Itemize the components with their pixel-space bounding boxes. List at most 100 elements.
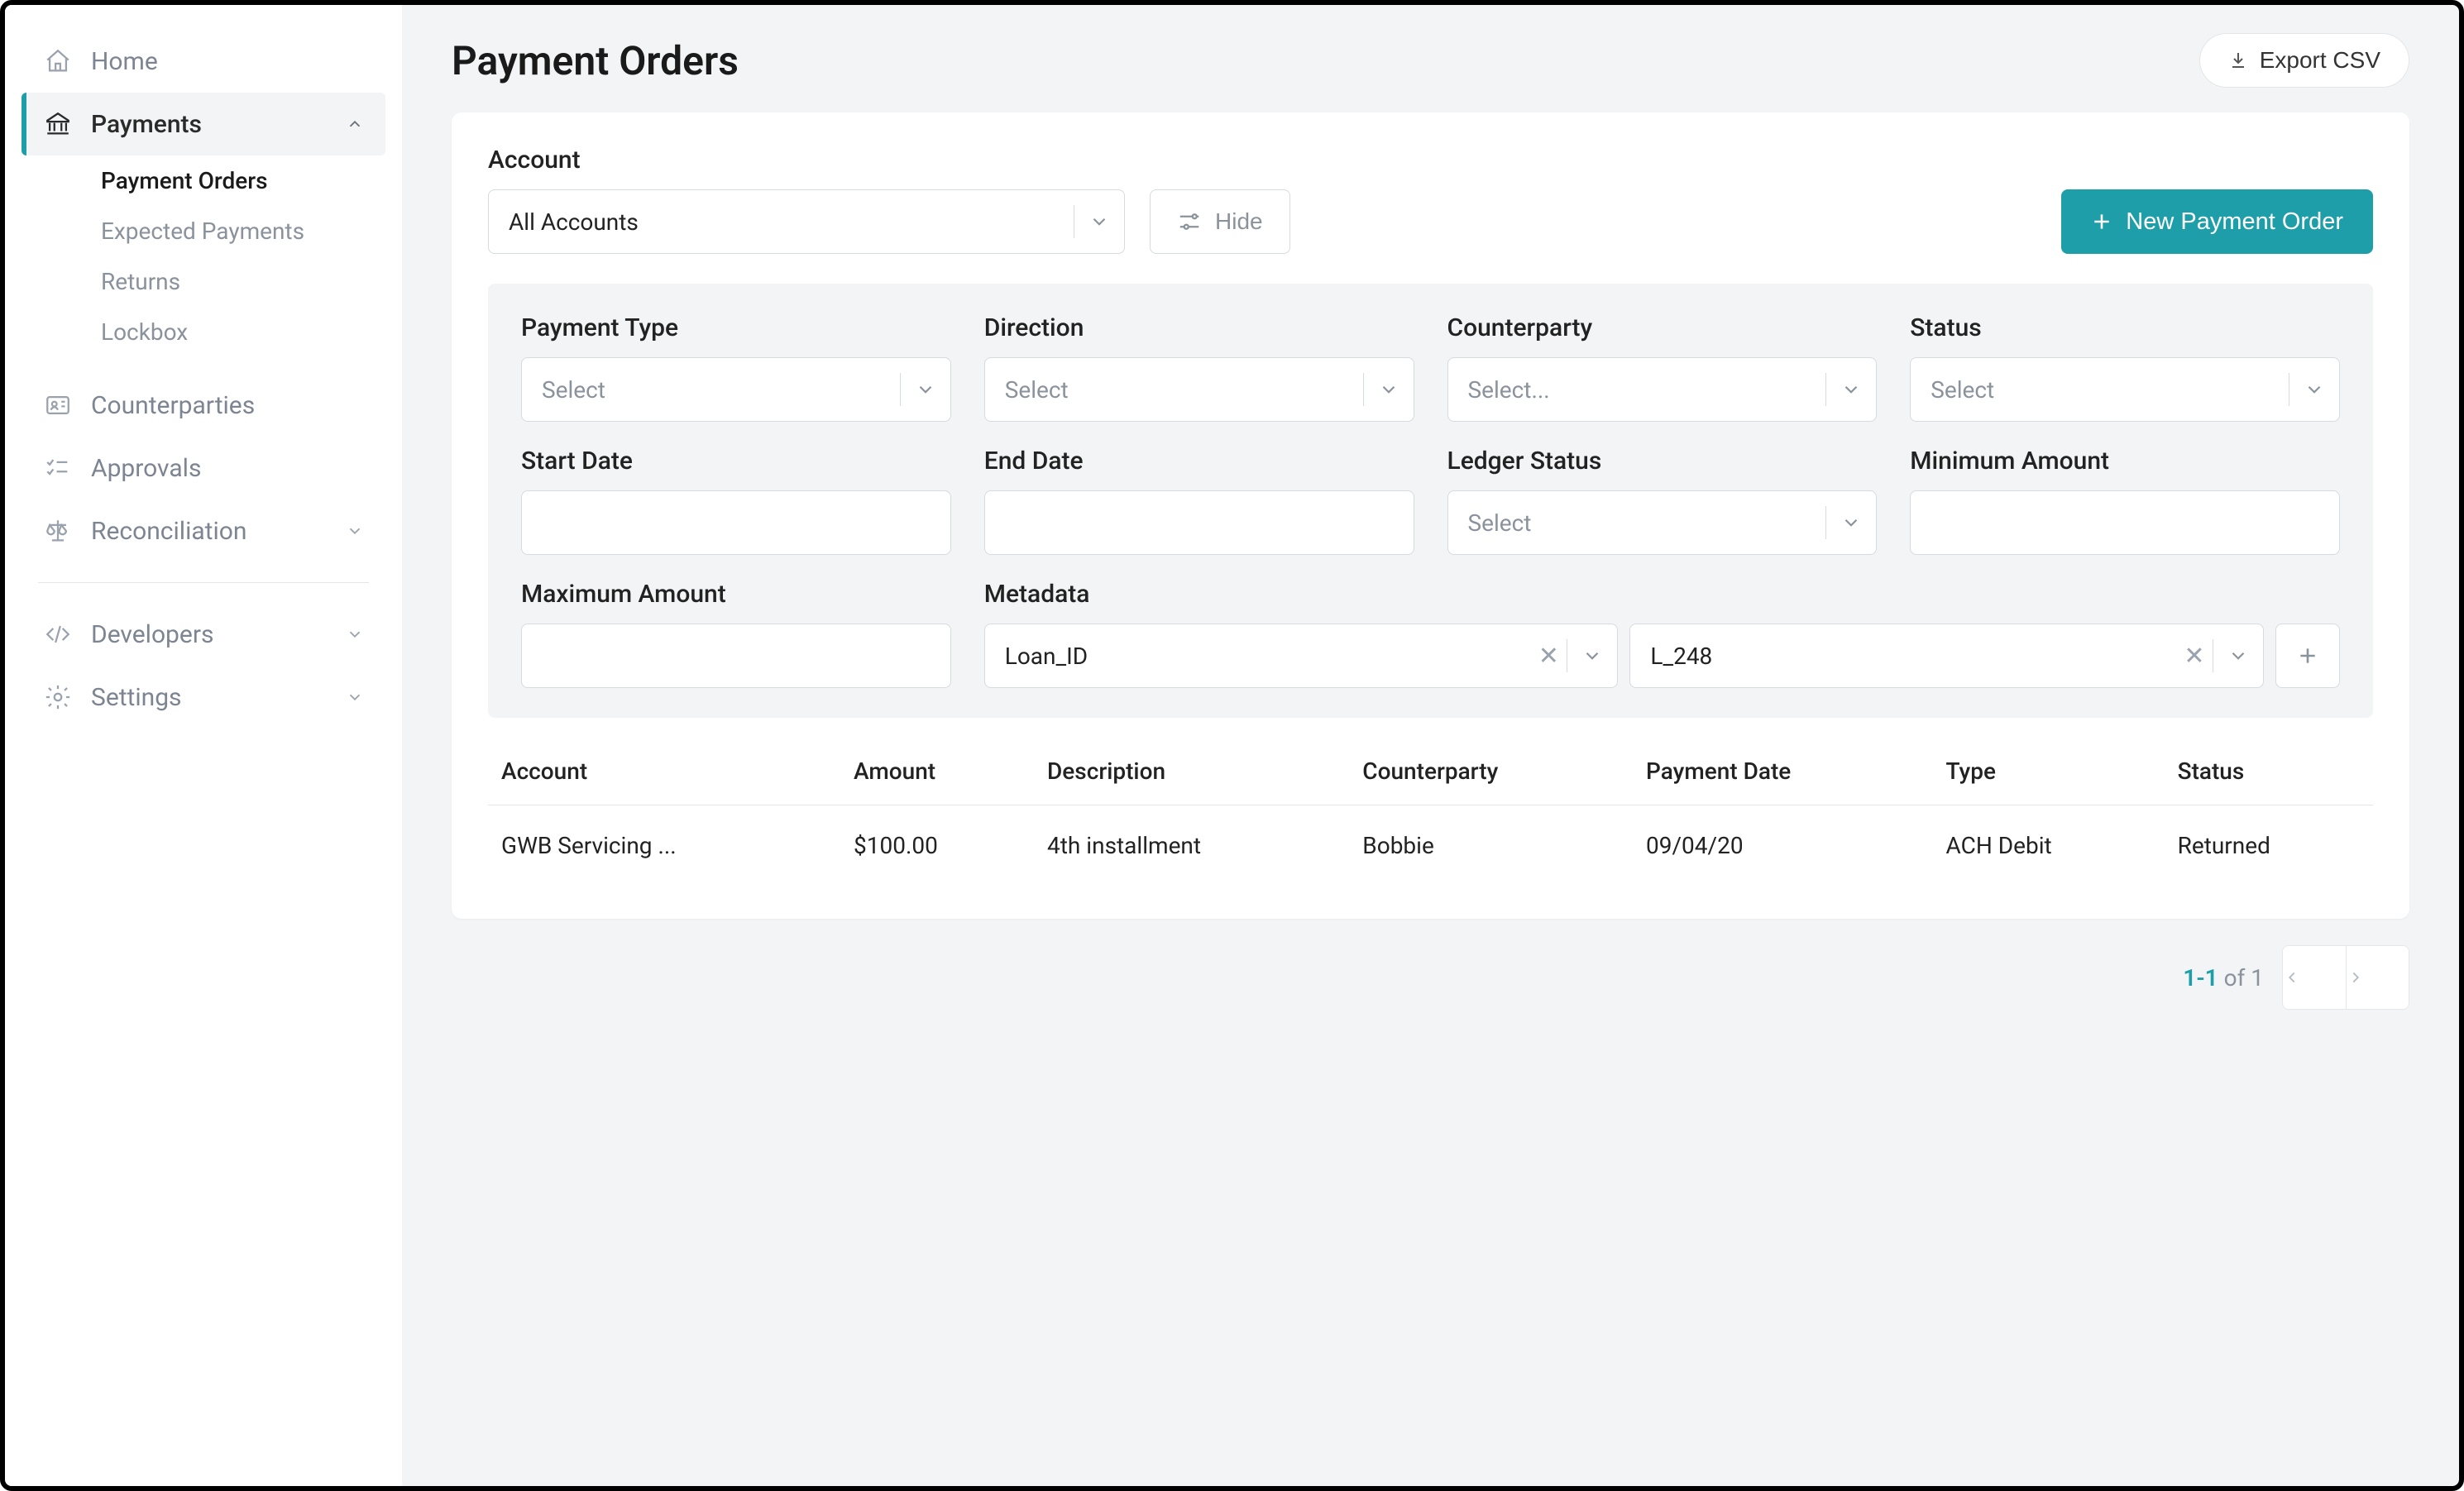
page-title: Payment Orders: [452, 37, 739, 84]
end-date-input[interactable]: [984, 490, 1414, 555]
min-amount-label: Minimum Amount: [1910, 447, 2340, 475]
sidebar-sub-payment-orders[interactable]: Payment Orders: [93, 155, 385, 206]
direction-label: Direction: [984, 313, 1414, 342]
sidebar-item-developers[interactable]: Developers: [22, 603, 385, 666]
cell-amount: $100.00: [840, 805, 1034, 886]
filter-bar: Account All Accounts Hide: [488, 146, 2373, 254]
app-frame: Home Payments Payment Orders Expected Pa…: [0, 0, 2464, 1491]
sliders-icon: [1177, 209, 1202, 234]
metadata-value-select[interactable]: L_248 ✕: [1629, 624, 2264, 688]
max-amount-input[interactable]: [521, 624, 951, 688]
sidebar-item-approvals[interactable]: Approvals: [22, 437, 385, 499]
sidebar-divider: [38, 582, 369, 583]
page-range: 1-1: [2183, 964, 2218, 992]
chevron-down-icon: [2289, 379, 2339, 400]
clear-icon[interactable]: ✕: [2176, 642, 2213, 671]
chevron-down-icon: [901, 379, 950, 400]
sidebar-item-reconciliation[interactable]: Reconciliation: [22, 499, 385, 562]
export-csv-button[interactable]: Export CSV: [2199, 33, 2409, 88]
clear-icon[interactable]: ✕: [1530, 642, 1567, 671]
hide-filters-button[interactable]: Hide: [1150, 189, 1290, 254]
status-label: Status: [1910, 313, 2340, 342]
counterparty-label: Counterparty: [1447, 313, 1878, 342]
prev-page-button[interactable]: [2283, 946, 2346, 1009]
sidebar-item-settings[interactable]: Settings: [22, 666, 385, 729]
col-amount: Amount: [840, 741, 1034, 805]
checklist-icon: [43, 453, 73, 483]
payment-orders-card: Account All Accounts Hide: [452, 112, 2409, 919]
chevron-down-icon: [1826, 512, 1876, 533]
max-amount-label: Maximum Amount: [521, 580, 951, 609]
col-counterparty: Counterparty: [1349, 741, 1633, 805]
chevron-down-icon: [1364, 379, 1414, 400]
chevron-down-icon: [1826, 379, 1876, 400]
new-payment-order-label: New Payment Order: [2126, 208, 2343, 236]
sidebar-sub-lockbox[interactable]: Lockbox: [93, 307, 385, 357]
next-page-button[interactable]: [2346, 946, 2409, 1009]
chevron-down-icon: [2213, 645, 2263, 667]
start-date-input[interactable]: [521, 490, 951, 555]
cell-payment-date: 09/04/20: [1633, 805, 1932, 886]
metadata-key-select[interactable]: Loan_ID ✕: [984, 624, 1619, 688]
col-account: Account: [488, 741, 840, 805]
start-date-label: Start Date: [521, 447, 951, 475]
bank-icon: [43, 109, 73, 139]
ledger-status-select[interactable]: Select: [1447, 490, 1878, 555]
chevron-up-icon: [346, 115, 364, 133]
cell-description: 4th installment: [1034, 805, 1349, 886]
chevron-down-icon: [1074, 211, 1124, 232]
sidebar-sub-returns[interactable]: Returns: [93, 256, 385, 307]
new-payment-order-button[interactable]: New Payment Order: [2061, 189, 2373, 254]
sidebar-item-label: Home: [91, 47, 158, 76]
download-icon: [2228, 50, 2248, 70]
col-description: Description: [1034, 741, 1349, 805]
end-date-label: End Date: [984, 447, 1414, 475]
sidebar-item-counterparties[interactable]: Counterparties: [22, 374, 385, 437]
sidebar-item-label: Reconciliation: [91, 517, 246, 546]
payment-orders-table: Account Amount Description Counterparty …: [488, 741, 2373, 886]
chevron-down-icon: [346, 522, 364, 540]
col-type: Type: [1933, 741, 2165, 805]
home-icon: [43, 46, 73, 76]
page-info: 1-1 of 1: [2183, 964, 2264, 992]
account-selected-value: All Accounts: [489, 208, 1074, 236]
sidebar-item-label: Counterparties: [91, 391, 255, 420]
code-icon: [43, 619, 73, 649]
cell-counterparty: Bobbie: [1349, 805, 1633, 886]
cell-status: Returned: [2165, 805, 2373, 886]
cell-type: ACH Debit: [1933, 805, 2165, 886]
payment-type-select[interactable]: Select: [521, 357, 951, 422]
page-header: Payment Orders Export CSV: [452, 33, 2409, 88]
sidebar-item-home[interactable]: Home: [22, 30, 385, 93]
sidebar-item-label: Settings: [91, 683, 182, 712]
sidebar-item-label: Payments: [91, 110, 202, 139]
page-nav: [2282, 945, 2409, 1010]
sidebar: Home Payments Payment Orders Expected Pa…: [5, 5, 402, 1486]
min-amount-input[interactable]: [1910, 490, 2340, 555]
chevron-down-icon: [346, 688, 364, 706]
payment-type-label: Payment Type: [521, 313, 951, 342]
ledger-status-label: Ledger Status: [1447, 447, 1878, 475]
direction-select[interactable]: Select: [984, 357, 1414, 422]
add-metadata-button[interactable]: [2275, 624, 2340, 688]
hide-label: Hide: [1215, 208, 1263, 235]
filter-panel: Payment Type Select Direction Select: [488, 284, 2373, 718]
sidebar-subnav-payments: Payment Orders Expected Payments Returns…: [22, 155, 385, 357]
counterparty-select[interactable]: Select...: [1447, 357, 1878, 422]
page-total: 1: [2251, 964, 2264, 992]
sidebar-sub-expected-payments[interactable]: Expected Payments: [93, 206, 385, 256]
metadata-label: Metadata: [984, 580, 2340, 609]
chevron-down-icon: [346, 625, 364, 643]
plus-icon: [2091, 211, 2112, 232]
col-payment-date: Payment Date: [1633, 741, 1932, 805]
status-select[interactable]: Select: [1910, 357, 2340, 422]
gear-icon: [43, 682, 73, 712]
cell-account: GWB Servicing ...: [488, 805, 840, 886]
chevron-down-icon: [1567, 645, 1617, 667]
sidebar-item-payments[interactable]: Payments: [22, 93, 385, 155]
account-select[interactable]: All Accounts: [488, 189, 1125, 254]
table-row[interactable]: GWB Servicing ... $100.00 4th installmen…: [488, 805, 2373, 886]
sidebar-item-label: Approvals: [91, 454, 201, 483]
account-label: Account: [488, 146, 1125, 174]
pagination: 1-1 of 1: [452, 945, 2409, 1010]
